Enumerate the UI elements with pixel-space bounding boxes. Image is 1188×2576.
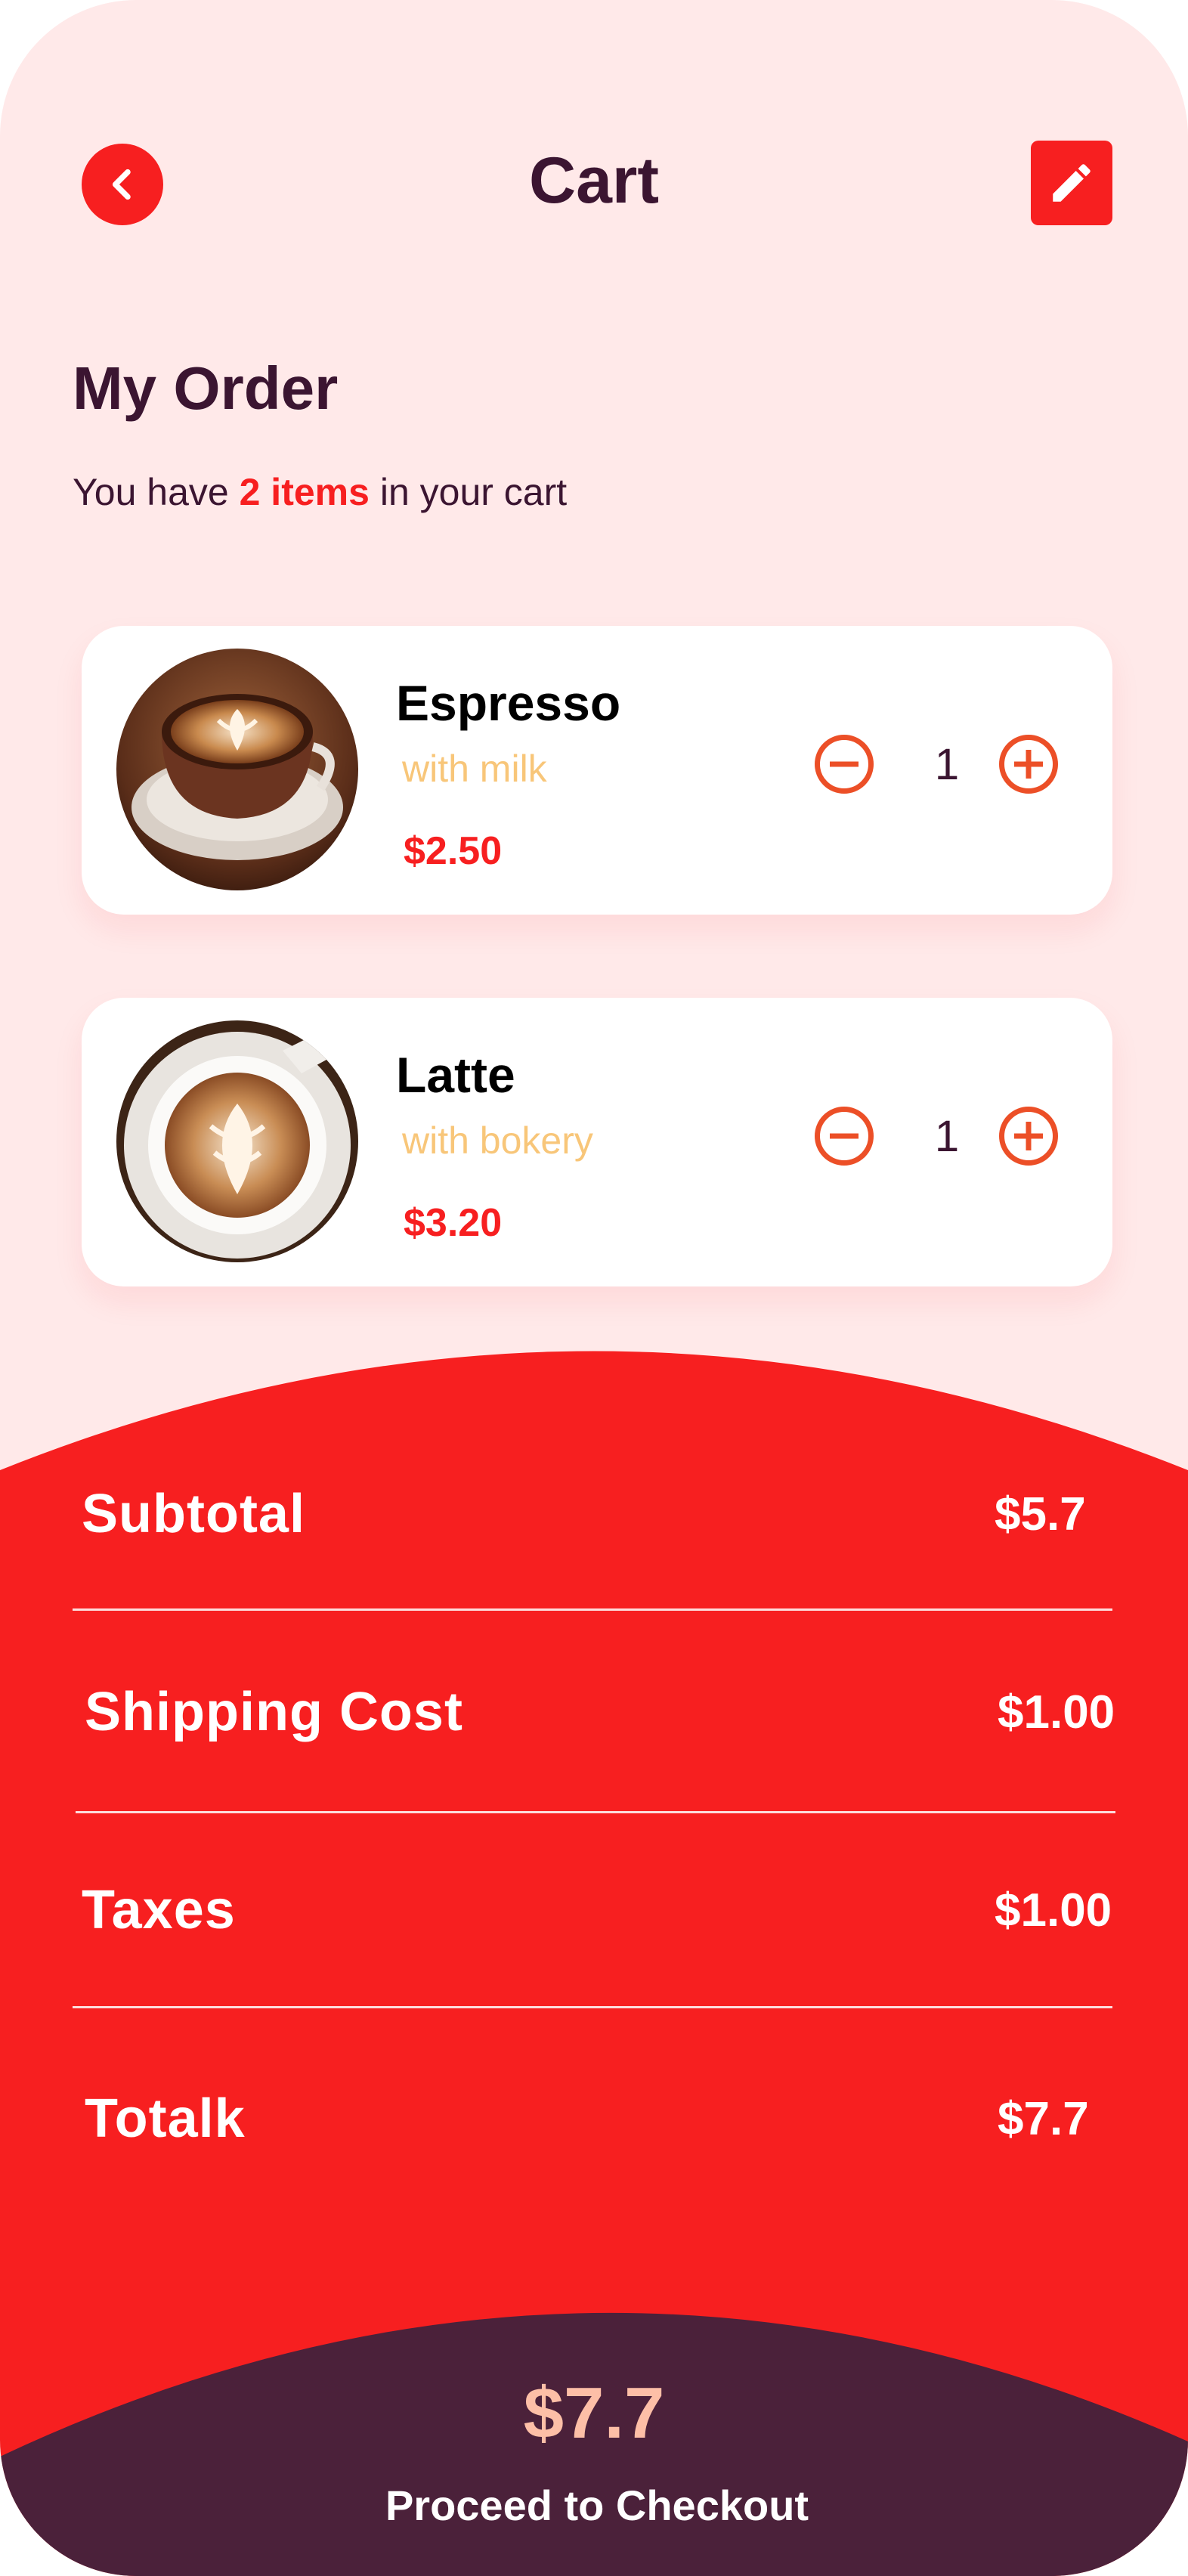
plus-icon[interactable] [999,735,1058,794]
checkout-button[interactable]: Proceed to Checkout [333,2481,862,2530]
minus-icon[interactable] [815,1107,874,1166]
page-title: Cart [528,144,660,217]
cart-count-suffix: in your cart [379,471,568,513]
item-name: Espresso [396,675,621,731]
cart-count-value: 2 items [239,471,370,513]
item-quantity: 1 [934,740,960,789]
cart-item[interactable]: Latte with bokery $3.20 1 [82,998,1112,1286]
item-subtitle: with milk [402,748,547,790]
checkout-total: $7.7 [523,2373,665,2454]
cart-count-text: You have 2 items in your cart [73,470,567,514]
header: Cart [0,0,1188,363]
pencil-icon [1053,164,1091,202]
plus-icon[interactable] [999,1107,1058,1166]
cart-count-prefix: You have [73,471,229,513]
latte-image [116,1020,358,1262]
edit-button[interactable] [1031,141,1112,225]
item-quantity: 1 [934,1112,960,1161]
app-screen: Cart My Order You have 2 items in your c… [0,0,1188,2576]
item-price: $2.50 [404,829,503,873]
section-title: My Order [73,355,339,422]
item-subtitle: with bokery [402,1119,593,1162]
minus-icon[interactable] [815,735,874,794]
espresso-image [116,649,358,890]
quantity-stepper: 1 [815,1104,1064,1173]
quantity-stepper: 1 [815,732,1064,801]
cart-item[interactable]: Espresso with milk $2.50 1 [82,626,1112,915]
item-price: $3.20 [404,1201,503,1245]
item-name: Latte [396,1047,515,1103]
